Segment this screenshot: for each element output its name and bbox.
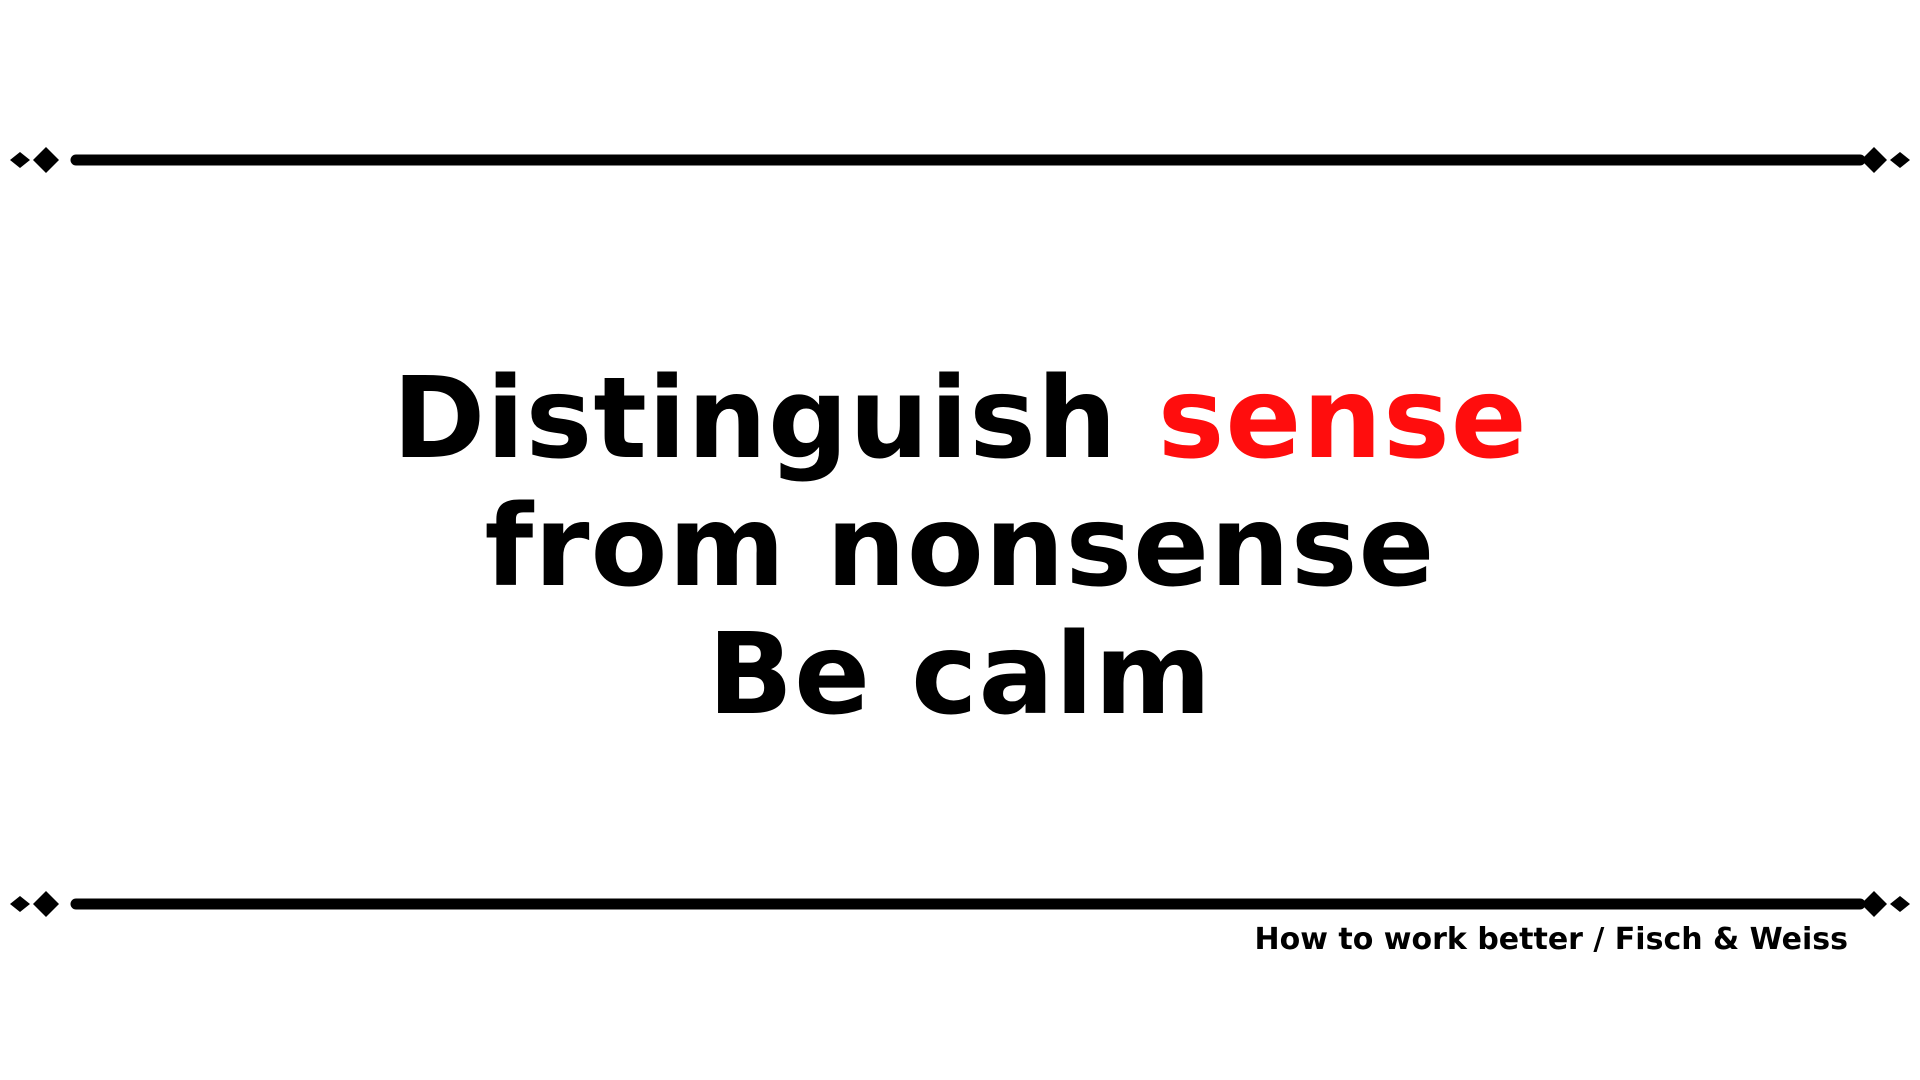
headline: Distinguish sense from nonsense Be calm xyxy=(0,355,1920,739)
source-credit: How to work better / Fisch & Weiss xyxy=(1254,922,1848,957)
diamond-pair-icon xyxy=(1861,891,1910,917)
diamond-pair-icon xyxy=(1861,147,1910,173)
headline-lead-word: Distinguish xyxy=(392,354,1118,484)
diamond-pair-icon xyxy=(10,891,59,917)
diamond-pair-icon xyxy=(10,147,59,173)
headline-line-2: from nonsense xyxy=(484,482,1436,612)
bottom-divider xyxy=(0,884,1920,924)
headline-accent-word: sense xyxy=(1157,354,1528,484)
headline-line-1: Distinguish sense xyxy=(0,355,1920,483)
top-divider xyxy=(0,140,1920,180)
headline-line-3: Be calm xyxy=(707,610,1213,740)
